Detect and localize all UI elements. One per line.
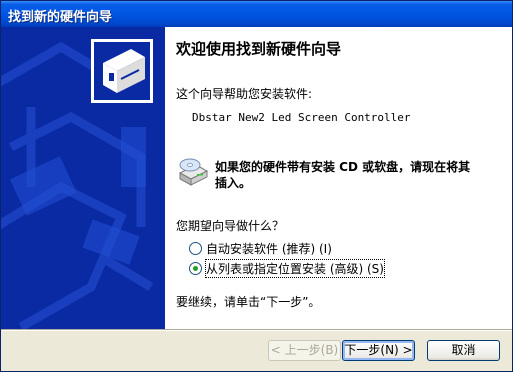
continue-instruction: 要继续，请单击“下一步”。	[176, 295, 321, 309]
next-button[interactable]: 下一步(N) >	[342, 340, 415, 361]
auto-install-option[interactable]: 自动安装软件 (推荐) (I)	[189, 240, 332, 257]
page-title: 欢迎使用找到新硬件向导	[176, 40, 342, 58]
manual-install-option[interactable]: 从列表或指定位置安装 (高级) (S)	[189, 259, 385, 278]
footer-divider	[1, 329, 512, 331]
manual-install-label[interactable]: 从列表或指定位置安装 (高级) (S)	[205, 259, 385, 278]
cancel-button[interactable]: 取消	[427, 340, 500, 361]
radio-manual-install[interactable]	[189, 262, 202, 275]
radio-auto-install[interactable]	[189, 242, 202, 255]
wizard-window: 找到新的硬件向导 欢迎使用找到新硬件向导 这个向导帮助您安装软件: Dbstar…	[0, 0, 513, 372]
cd-drive-icon	[177, 155, 209, 190]
back-button[interactable]: < 上一步(B)	[268, 340, 341, 361]
title-bar[interactable]: 找到新的硬件向导	[1, 1, 512, 27]
intro-text: 这个向导帮助您安装软件:	[176, 87, 313, 101]
device-name: Dbstar New2 Led Screen Controller	[192, 111, 411, 124]
auto-install-label[interactable]: 自动安装软件 (推荐) (I)	[206, 240, 332, 257]
wizard-content: 欢迎使用找到新硬件向导 这个向导帮助您安装软件: Dbstar New2 Led…	[165, 27, 512, 329]
insert-media-prompt: 如果您的硬件带有安装 CD 或软盘，请现在将其插入。	[215, 160, 471, 190]
window-title: 找到新的硬件向导	[8, 10, 113, 25]
wizard-sidebar	[1, 27, 165, 329]
hardware-card-icon	[91, 39, 153, 103]
sidebar-artwork	[1, 27, 165, 329]
options-question: 您期望向导做什么？	[176, 219, 285, 233]
